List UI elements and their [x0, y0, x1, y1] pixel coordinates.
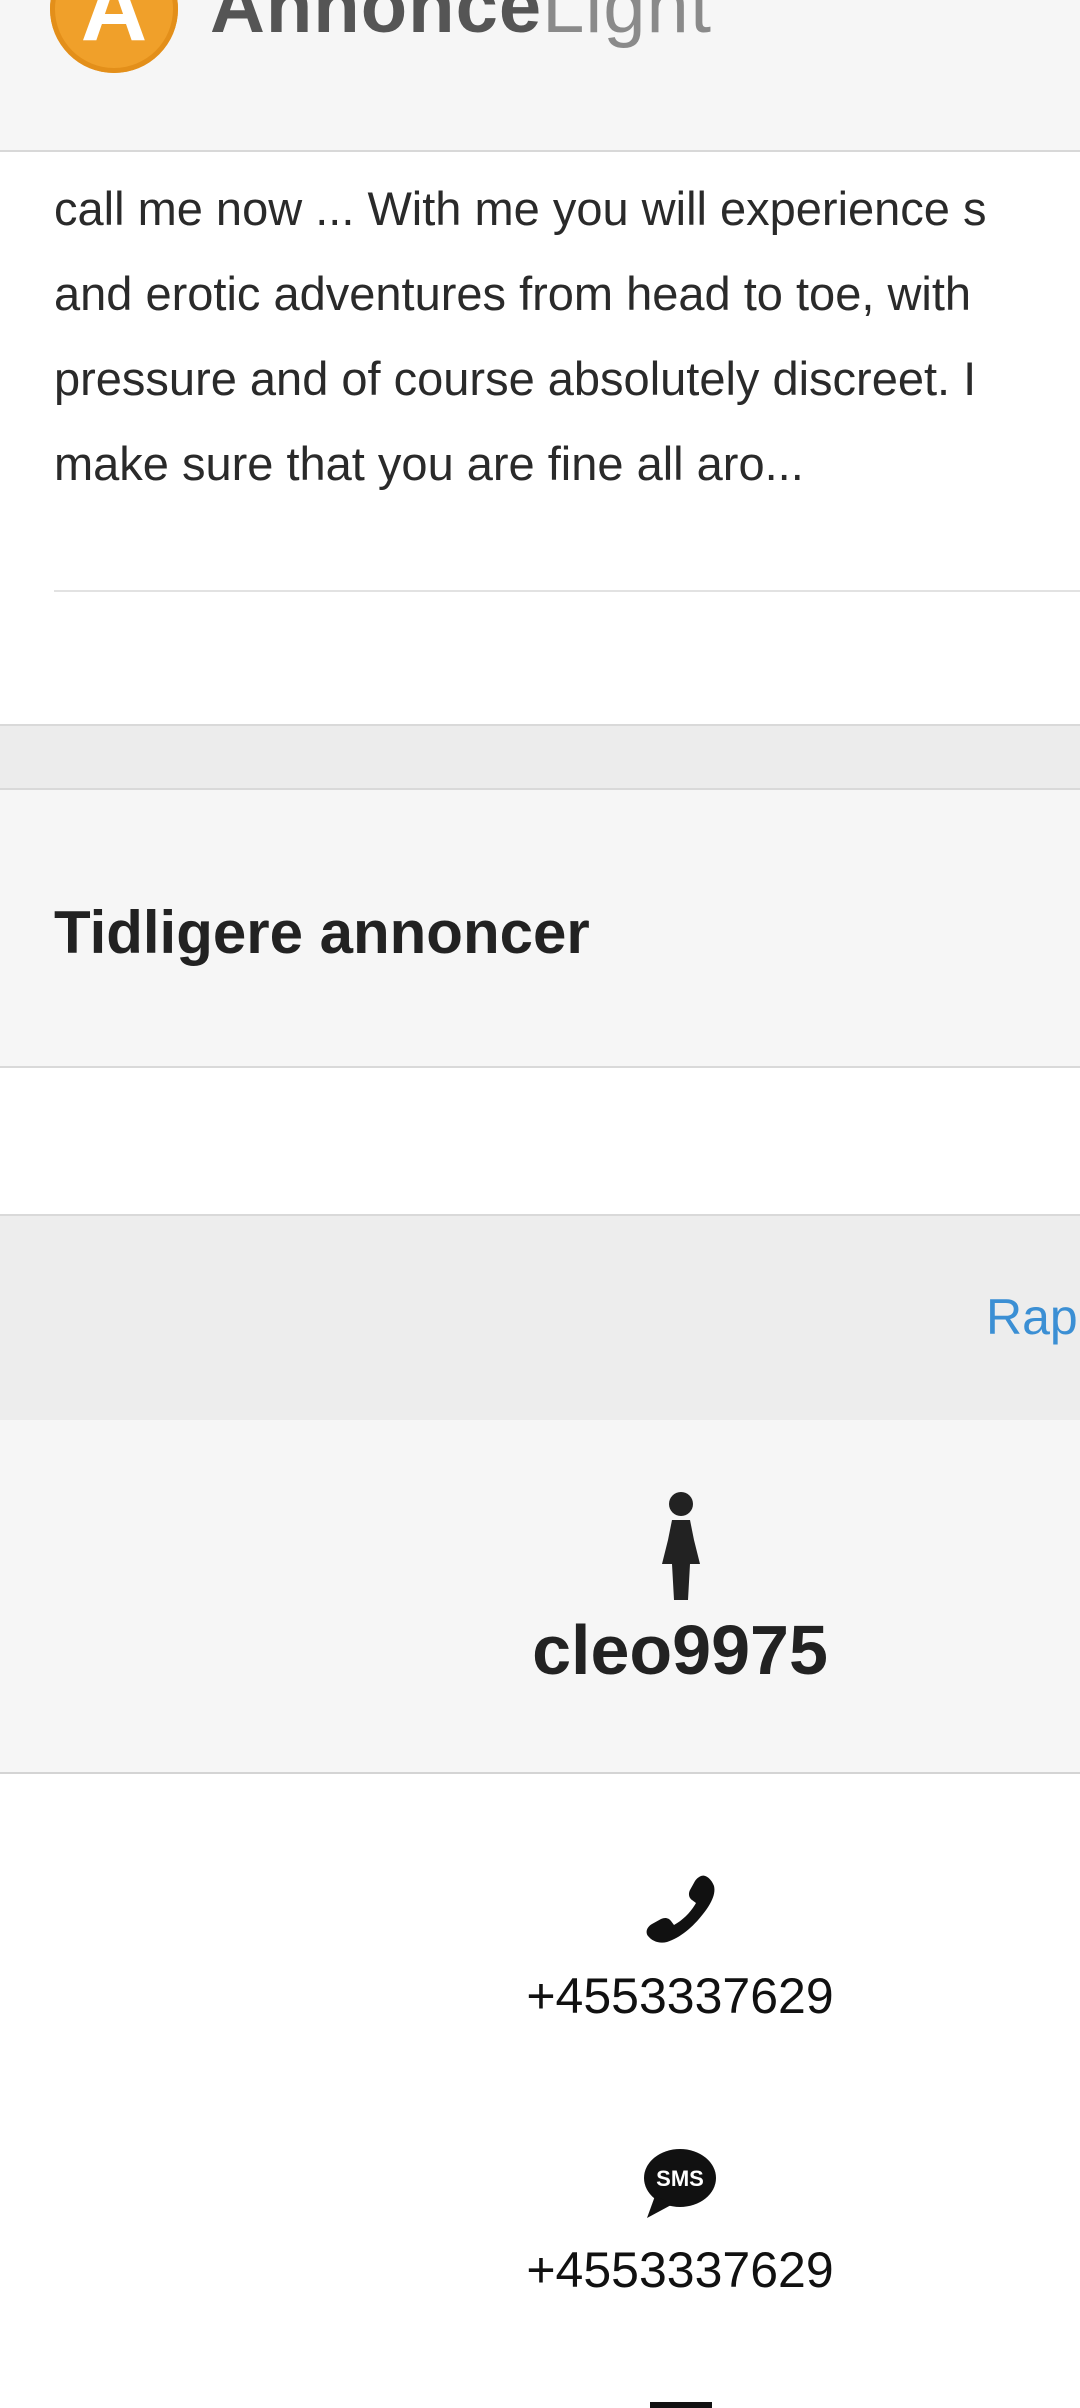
email-icon[interactable]	[650, 2402, 712, 2408]
brand-name-bold: Annonce	[210, 0, 543, 49]
ad-description: call me now ... With me you will experie…	[54, 166, 1080, 506]
username[interactable]: cleo9975	[0, 1610, 1080, 1690]
app-header: A AnnonceLight	[0, 0, 1080, 152]
section-separator	[0, 724, 1080, 790]
content-divider	[54, 590, 1080, 592]
female-icon	[662, 1492, 700, 1600]
phone-number[interactable]: +4553337629	[0, 1966, 1080, 2026]
phone-icon[interactable]	[643, 1872, 717, 1946]
previous-ads-title: Tidligere annoncer	[54, 899, 590, 966]
ad-description-line: call me now ... With me you will experie…	[54, 182, 987, 235]
report-link[interactable]: Rap	[986, 1288, 1078, 1346]
ad-description-line: and erotic adventures from head to toe, …	[54, 267, 972, 320]
user-profile-section: cleo9975	[0, 1420, 1080, 1774]
sms-icon[interactable]: SMS	[643, 2148, 717, 2220]
ad-description-line: make sure that you are fine all aro...	[54, 437, 804, 490]
ad-description-line: pressure and of course absolutely discre…	[54, 352, 977, 405]
logo-icon[interactable]: A	[50, 0, 178, 73]
sms-icon-label: SMS	[656, 2166, 704, 2191]
report-bar: Rap	[0, 1214, 1080, 1422]
sms-number[interactable]: +4553337629	[0, 2240, 1080, 2300]
phone-contact[interactable]: +4553337629	[0, 1966, 1080, 2026]
previous-ads-section: Tidligere annoncer	[0, 790, 1080, 1068]
logo-letter: A	[80, 0, 148, 60]
brand-name[interactable]: AnnonceLight	[210, 0, 712, 52]
sms-contact[interactable]: +4553337629	[0, 2240, 1080, 2300]
brand-name-light: Light	[542, 0, 712, 49]
